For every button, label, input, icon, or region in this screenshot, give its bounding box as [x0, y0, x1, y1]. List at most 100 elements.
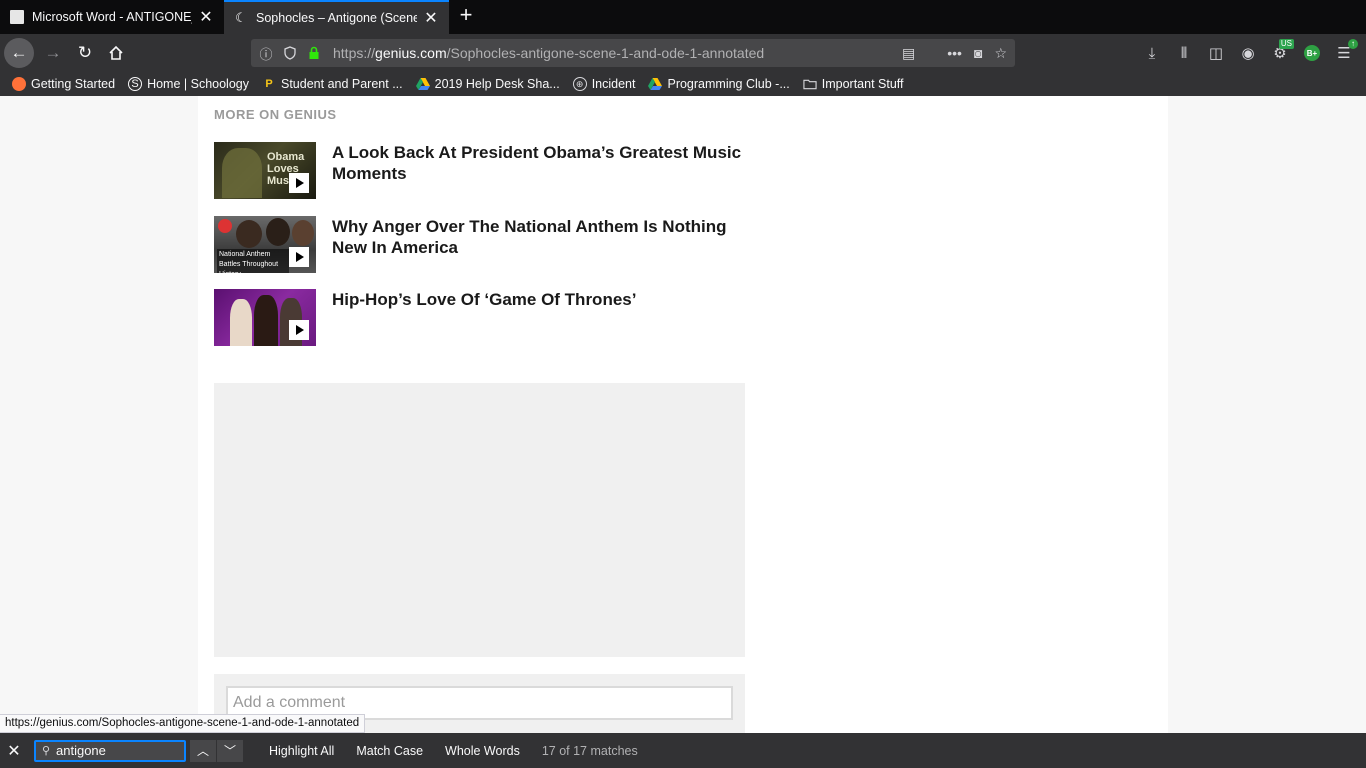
- url-path: /Sophocles-antigone-scene-1-and-ode-1-an…: [446, 45, 765, 61]
- reload-icon: ↻: [77, 43, 93, 62]
- close-tab-icon[interactable]: ✕: [198, 7, 214, 27]
- bookmark-folder-important[interactable]: Important Stuff: [803, 77, 904, 91]
- bookmark-label: Getting Started: [31, 77, 116, 91]
- tab-title: Sophocles – Antigone (Scene 1: [256, 11, 417, 25]
- find-query: antigone: [56, 743, 106, 758]
- profile-extension-button[interactable]: B+: [1296, 38, 1328, 68]
- bookmark-programming-club[interactable]: Programming Club -...: [648, 77, 790, 91]
- tab-title: Microsoft Word - ANTIGONE_2: [32, 10, 192, 24]
- chevron-down-icon: ﹀: [223, 744, 236, 758]
- page-viewport: MORE ON GENIUS Obama Loves Music A Look …: [0, 96, 1366, 733]
- firefox-icon: [12, 77, 26, 91]
- link-status-tooltip: https://genius.com/Sophocles-antigone-sc…: [0, 714, 366, 733]
- find-previous-button[interactable]: ︿: [190, 739, 216, 762]
- match-case-toggle[interactable]: Match Case: [356, 744, 423, 758]
- tab-genius-antigone[interactable]: ☾ Sophocles – Antigone (Scene 1 ✕: [224, 0, 449, 34]
- reader-view-icon[interactable]: ▤: [902, 45, 915, 62]
- highlight-all-toggle[interactable]: Highlight All: [269, 744, 334, 758]
- find-match-count: 17 of 17 matches: [541, 743, 638, 758]
- find-input[interactable]: ⚲ antigone: [34, 739, 186, 762]
- bookmark-star-icon[interactable]: ☆: [994, 45, 1007, 62]
- bookmark-student-parent[interactable]: P Student and Parent ...: [262, 77, 403, 91]
- schoology-icon: S: [128, 77, 143, 91]
- thumbnail-figure: [266, 218, 290, 246]
- whole-words-toggle[interactable]: Whole Words: [445, 744, 520, 758]
- document-icon: [10, 10, 24, 24]
- tracking-shield-icon[interactable]: [281, 44, 299, 62]
- download-icon: ⤓: [1148, 44, 1156, 62]
- bookmarks-toolbar: Getting Started S Home | Schoology P Stu…: [0, 72, 1366, 96]
- extension-button[interactable]: ⚙ US: [1264, 38, 1296, 68]
- library-button[interactable]: ⫴: [1168, 38, 1200, 68]
- close-tab-icon[interactable]: ✕: [423, 8, 439, 28]
- url-bar[interactable]: ⓘ https://genius.com/Sophocles-antigone-…: [251, 39, 1015, 67]
- back-button[interactable]: ←: [4, 38, 34, 68]
- account-icon: ◉: [1241, 45, 1255, 62]
- video-title[interactable]: Why Anger Over The National Anthem Is No…: [332, 216, 742, 258]
- video-item[interactable]: Obama Loves Music A Look Back At Preside…: [214, 142, 745, 199]
- drive-icon: [648, 77, 663, 91]
- tab-strip: Microsoft Word - ANTIGONE_2 ✕ ☾ Sophocle…: [0, 0, 1366, 34]
- lock-icon[interactable]: [305, 44, 323, 62]
- bookmark-label: Home | Schoology: [147, 77, 249, 91]
- sidebar-button[interactable]: ◫: [1200, 38, 1232, 68]
- video-thumbnail[interactable]: National Anthem Battles Throughout Histo…: [214, 216, 316, 273]
- reload-button[interactable]: ↻: [70, 38, 100, 68]
- bookmark-incident[interactable]: ⊕ Incident: [572, 77, 636, 91]
- play-icon: [289, 173, 309, 193]
- forward-button[interactable]: →: [38, 38, 68, 68]
- play-icon: [289, 247, 309, 267]
- bookmark-label: Important Stuff: [821, 77, 904, 91]
- p-icon: P: [265, 78, 273, 90]
- drive-icon: [415, 77, 430, 91]
- video-title[interactable]: Hip-Hop’s Love Of ‘Game Of Thrones’: [332, 289, 742, 310]
- section-title: MORE ON GENIUS: [214, 107, 337, 122]
- url-prefix: https://: [333, 45, 376, 61]
- video-thumbnail[interactable]: [214, 289, 316, 346]
- search-icon: ⚲: [41, 745, 51, 757]
- menu-button[interactable]: ☰ ↑: [1328, 38, 1360, 68]
- thumbnail-figure: [222, 148, 262, 198]
- globe-icon: ⊕: [572, 77, 587, 91]
- new-tab-button[interactable]: +: [454, 4, 478, 28]
- url-text[interactable]: https://genius.com/Sophocles-antigone-sc…: [333, 45, 764, 61]
- thumbnail-figure: [254, 295, 278, 346]
- find-bar: ✕ ⚲ antigone ︿ ﹀ Highlight All Match Cas…: [0, 733, 1366, 768]
- bookmark-getting-started[interactable]: Getting Started: [12, 77, 115, 91]
- thumbnail-figure: [292, 220, 314, 246]
- folder-icon: [803, 77, 817, 91]
- pocket-icon[interactable]: ◙: [974, 45, 982, 61]
- downloads-button[interactable]: ⤓: [1136, 38, 1168, 68]
- bookmark-help-desk[interactable]: 2019 Help Desk Sha...: [415, 77, 560, 91]
- info-icon[interactable]: ⓘ: [257, 44, 275, 62]
- arrow-left-icon: ←: [10, 43, 28, 62]
- video-thumbnail[interactable]: Obama Loves Music: [214, 142, 316, 199]
- account-button[interactable]: ◉: [1232, 38, 1264, 68]
- thumbnail-caption: National Anthem Battles Throughout Histo…: [217, 249, 289, 273]
- extension-badge: US: [1278, 39, 1294, 49]
- video-item[interactable]: Hip-Hop’s Love Of ‘Game Of Thrones’: [214, 289, 745, 346]
- url-host: genius.com: [375, 45, 447, 61]
- bookmark-label: Student and Parent ...: [281, 77, 403, 91]
- page-actions-icon[interactable]: •••: [947, 45, 962, 61]
- sidebar-icon: ◫: [1208, 45, 1224, 62]
- find-next-button[interactable]: ﹀: [217, 739, 243, 762]
- library-icon: ⫴: [1180, 44, 1188, 62]
- video-title[interactable]: A Look Back At President Obama’s Greates…: [332, 142, 742, 184]
- bookmark-label: Incident: [591, 77, 636, 91]
- ad-placeholder: [214, 383, 745, 657]
- thumbnail-figure: [236, 220, 262, 248]
- tab-word-document[interactable]: Microsoft Word - ANTIGONE_2 ✕: [0, 0, 224, 34]
- chevron-up-icon: ︿: [196, 744, 209, 758]
- close-find-bar-button[interactable]: ✕: [0, 733, 28, 768]
- bookmark-label: Programming Club -...: [667, 77, 790, 91]
- video-item[interactable]: National Anthem Battles Throughout Histo…: [214, 216, 745, 273]
- bookmark-label: 2019 Help Desk Sha...: [434, 77, 560, 91]
- thumbnail-figure: [230, 299, 252, 346]
- home-button[interactable]: [101, 38, 131, 68]
- play-icon: [289, 320, 309, 340]
- profile-badge: B+: [1304, 45, 1320, 61]
- update-arrow-icon: ↑: [1348, 39, 1358, 49]
- bookmark-schoology[interactable]: S Home | Schoology: [128, 77, 249, 91]
- genius-icon: ☾: [235, 10, 247, 25]
